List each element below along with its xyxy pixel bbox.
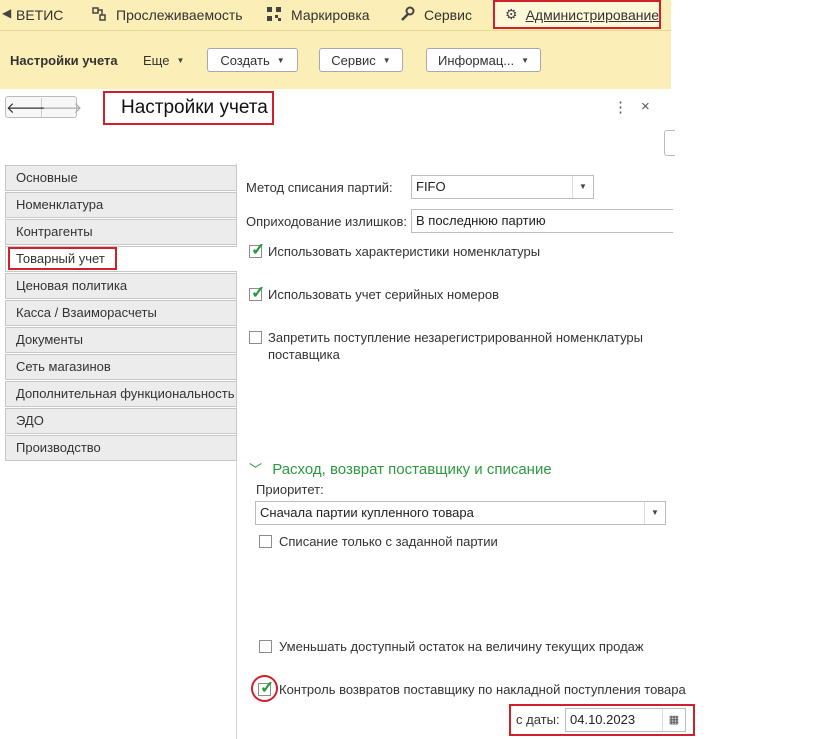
create-label: Создать	[220, 52, 270, 68]
tab-label: Товарный учет	[8, 247, 117, 270]
chevron-down-icon[interactable]: ▼	[572, 176, 593, 198]
write-off-given-batch-checkbox[interactable]	[259, 535, 272, 548]
section-marking-label: Маркировка	[291, 7, 370, 23]
wrench-icon	[398, 6, 416, 25]
chevron-down-icon: ▼	[521, 55, 530, 65]
back-arrow-icon[interactable]: ◀	[2, 6, 11, 20]
tab-cash-settlements[interactable]: Касса / Взаиморасчеты	[5, 300, 237, 326]
tab-edo[interactable]: ЭДО	[5, 408, 237, 434]
form-title-text: Настройки учета	[121, 97, 268, 118]
info-label: Информац...	[437, 52, 515, 68]
chevron-down-icon: ▼	[176, 56, 185, 65]
tab-label: Номенклатура	[16, 197, 104, 212]
surplus-value: В последнюю партию	[416, 213, 546, 228]
command-bar: Настройки учета Еще ▼ Создать ▼ Сервис ▼…	[0, 30, 671, 89]
from-date-label: с даты:	[516, 712, 560, 727]
back-arrow-icon[interactable]: 🡐	[6, 98, 46, 117]
use-serials-checkbox[interactable]: ✓	[249, 283, 265, 302]
section-vetis[interactable]: ВЕТИС	[16, 0, 63, 30]
form-title: Настройки учета	[103, 91, 274, 125]
tab-label: Дополнительная функциональность	[16, 386, 235, 401]
traceability-icon	[90, 6, 108, 25]
section-vetis-label: ВЕТИС	[16, 7, 64, 23]
tab-label: Основные	[16, 170, 78, 185]
tab-label: Контрагенты	[16, 224, 93, 239]
write-off-method-select[interactable]: FIFO ▼	[411, 175, 594, 199]
control-returns-checkbox[interactable]: ✓	[258, 678, 274, 697]
calendar-icon[interactable]: ▦	[662, 709, 685, 731]
section-administration[interactable]: ⚙ Администрирование	[493, 0, 661, 29]
section-traceability-label: Прослеживаемость	[116, 7, 243, 23]
section-marking[interactable]: Маркировка	[265, 0, 370, 30]
gear-icon: ⚙	[505, 6, 518, 22]
chevron-down-icon: ﹀	[249, 462, 263, 477]
sections-panel: ◀ ВЕТИС Прослеживаемость Маркировка Серв…	[0, 0, 671, 30]
tab-label: Сеть магазинов	[16, 359, 111, 374]
priority-label: Приоритет:	[256, 482, 324, 497]
reduce-available-label: Уменьшать доступный остаток на величину …	[279, 639, 644, 654]
priority-select[interactable]: Сначала партии купленного товара ▼	[255, 501, 666, 525]
expense-group-title: Расход, возврат поставщику и списание	[272, 461, 552, 478]
tab-counterparties[interactable]: Контрагенты	[5, 219, 237, 245]
chevron-down-icon[interactable]: ▼	[644, 502, 665, 524]
chevron-down-icon: ▼	[276, 55, 285, 65]
navigation-buttons: 🡐 🡒	[5, 96, 82, 118]
tab-goods-accounting[interactable]: Товарный учет	[5, 246, 237, 272]
command-bar-title: Настройки учета	[10, 53, 118, 68]
tab-price-policy[interactable]: Ценовая политика	[5, 273, 237, 299]
tab-label: Касса / Взаиморасчеты	[16, 305, 157, 320]
tab-label: ЭДО	[16, 413, 44, 428]
tab-nomenclature[interactable]: Номенклатура	[5, 192, 237, 218]
forward-arrow-icon[interactable]: 🡒	[42, 98, 82, 117]
more-label: Еще	[143, 53, 170, 68]
section-service[interactable]: Сервис	[398, 0, 472, 30]
use-characteristics-label: Использовать характеристики номенклатуры	[268, 244, 541, 259]
info-button[interactable]: Информац... ▼	[426, 48, 541, 72]
qr-code-icon	[265, 6, 283, 25]
tab-label: Ценовая политика	[16, 278, 128, 293]
control-returns-label: Контроль возвратов поставщику по накладн…	[279, 682, 686, 697]
from-date-input[interactable]: 04.10.2023 ▦	[565, 708, 686, 732]
section-service-label: Сервис	[424, 7, 472, 23]
section-traceability[interactable]: Прослеживаемость	[90, 0, 243, 30]
forbid-unregistered-label: Запретить поступление незарегистрированн…	[268, 330, 643, 362]
reduce-available-checkbox[interactable]	[259, 640, 272, 653]
tab-label: Документы	[16, 332, 84, 347]
checkmark-icon: ✓	[251, 283, 266, 302]
write-off-method-label: Метод списания партий:	[246, 180, 393, 195]
tab-documents[interactable]: Документы	[5, 327, 237, 353]
help-button[interactable]	[664, 130, 675, 156]
create-button[interactable]: Создать ▼	[207, 48, 298, 72]
use-characteristics-checkbox[interactable]: ✓	[249, 240, 265, 259]
from-date-value: 04.10.2023	[570, 712, 636, 727]
surplus-label: Оприходование излишков:	[246, 214, 407, 229]
priority-value: Сначала партии купленного товара	[260, 505, 474, 520]
tab-production[interactable]: Производство	[5, 435, 237, 461]
write-off-given-batch-label: Списание только с заданной партии	[279, 534, 498, 549]
tab-main[interactable]: Основные	[5, 165, 237, 191]
service-button[interactable]: Сервис ▼	[319, 48, 403, 72]
use-serials-label: Использовать учет серийных номеров	[268, 287, 499, 302]
chevron-down-icon: ▼	[382, 55, 391, 65]
checkmark-icon: ✓	[251, 240, 266, 259]
more-actions-icon[interactable]: ⋮	[613, 98, 628, 116]
write-off-method-value: FIFO	[416, 179, 446, 194]
surplus-select[interactable]: В последнюю партию	[411, 209, 673, 233]
checkmark-icon: ✓	[260, 678, 275, 697]
close-icon[interactable]: ×	[641, 98, 650, 115]
service-label: Сервис	[331, 52, 376, 68]
tab-additional-functionality[interactable]: Дополнительная функциональность	[5, 381, 237, 407]
forbid-unregistered-checkbox[interactable]	[249, 331, 262, 344]
more-button[interactable]: Еще ▼	[143, 53, 184, 68]
tab-store-network[interactable]: Сеть магазинов	[5, 354, 237, 380]
section-administration-label: Администрирование	[525, 6, 660, 23]
expense-group-header[interactable]: ﹀ Расход, возврат поставщику и списание	[249, 459, 552, 478]
tab-label: Производство	[16, 440, 101, 455]
